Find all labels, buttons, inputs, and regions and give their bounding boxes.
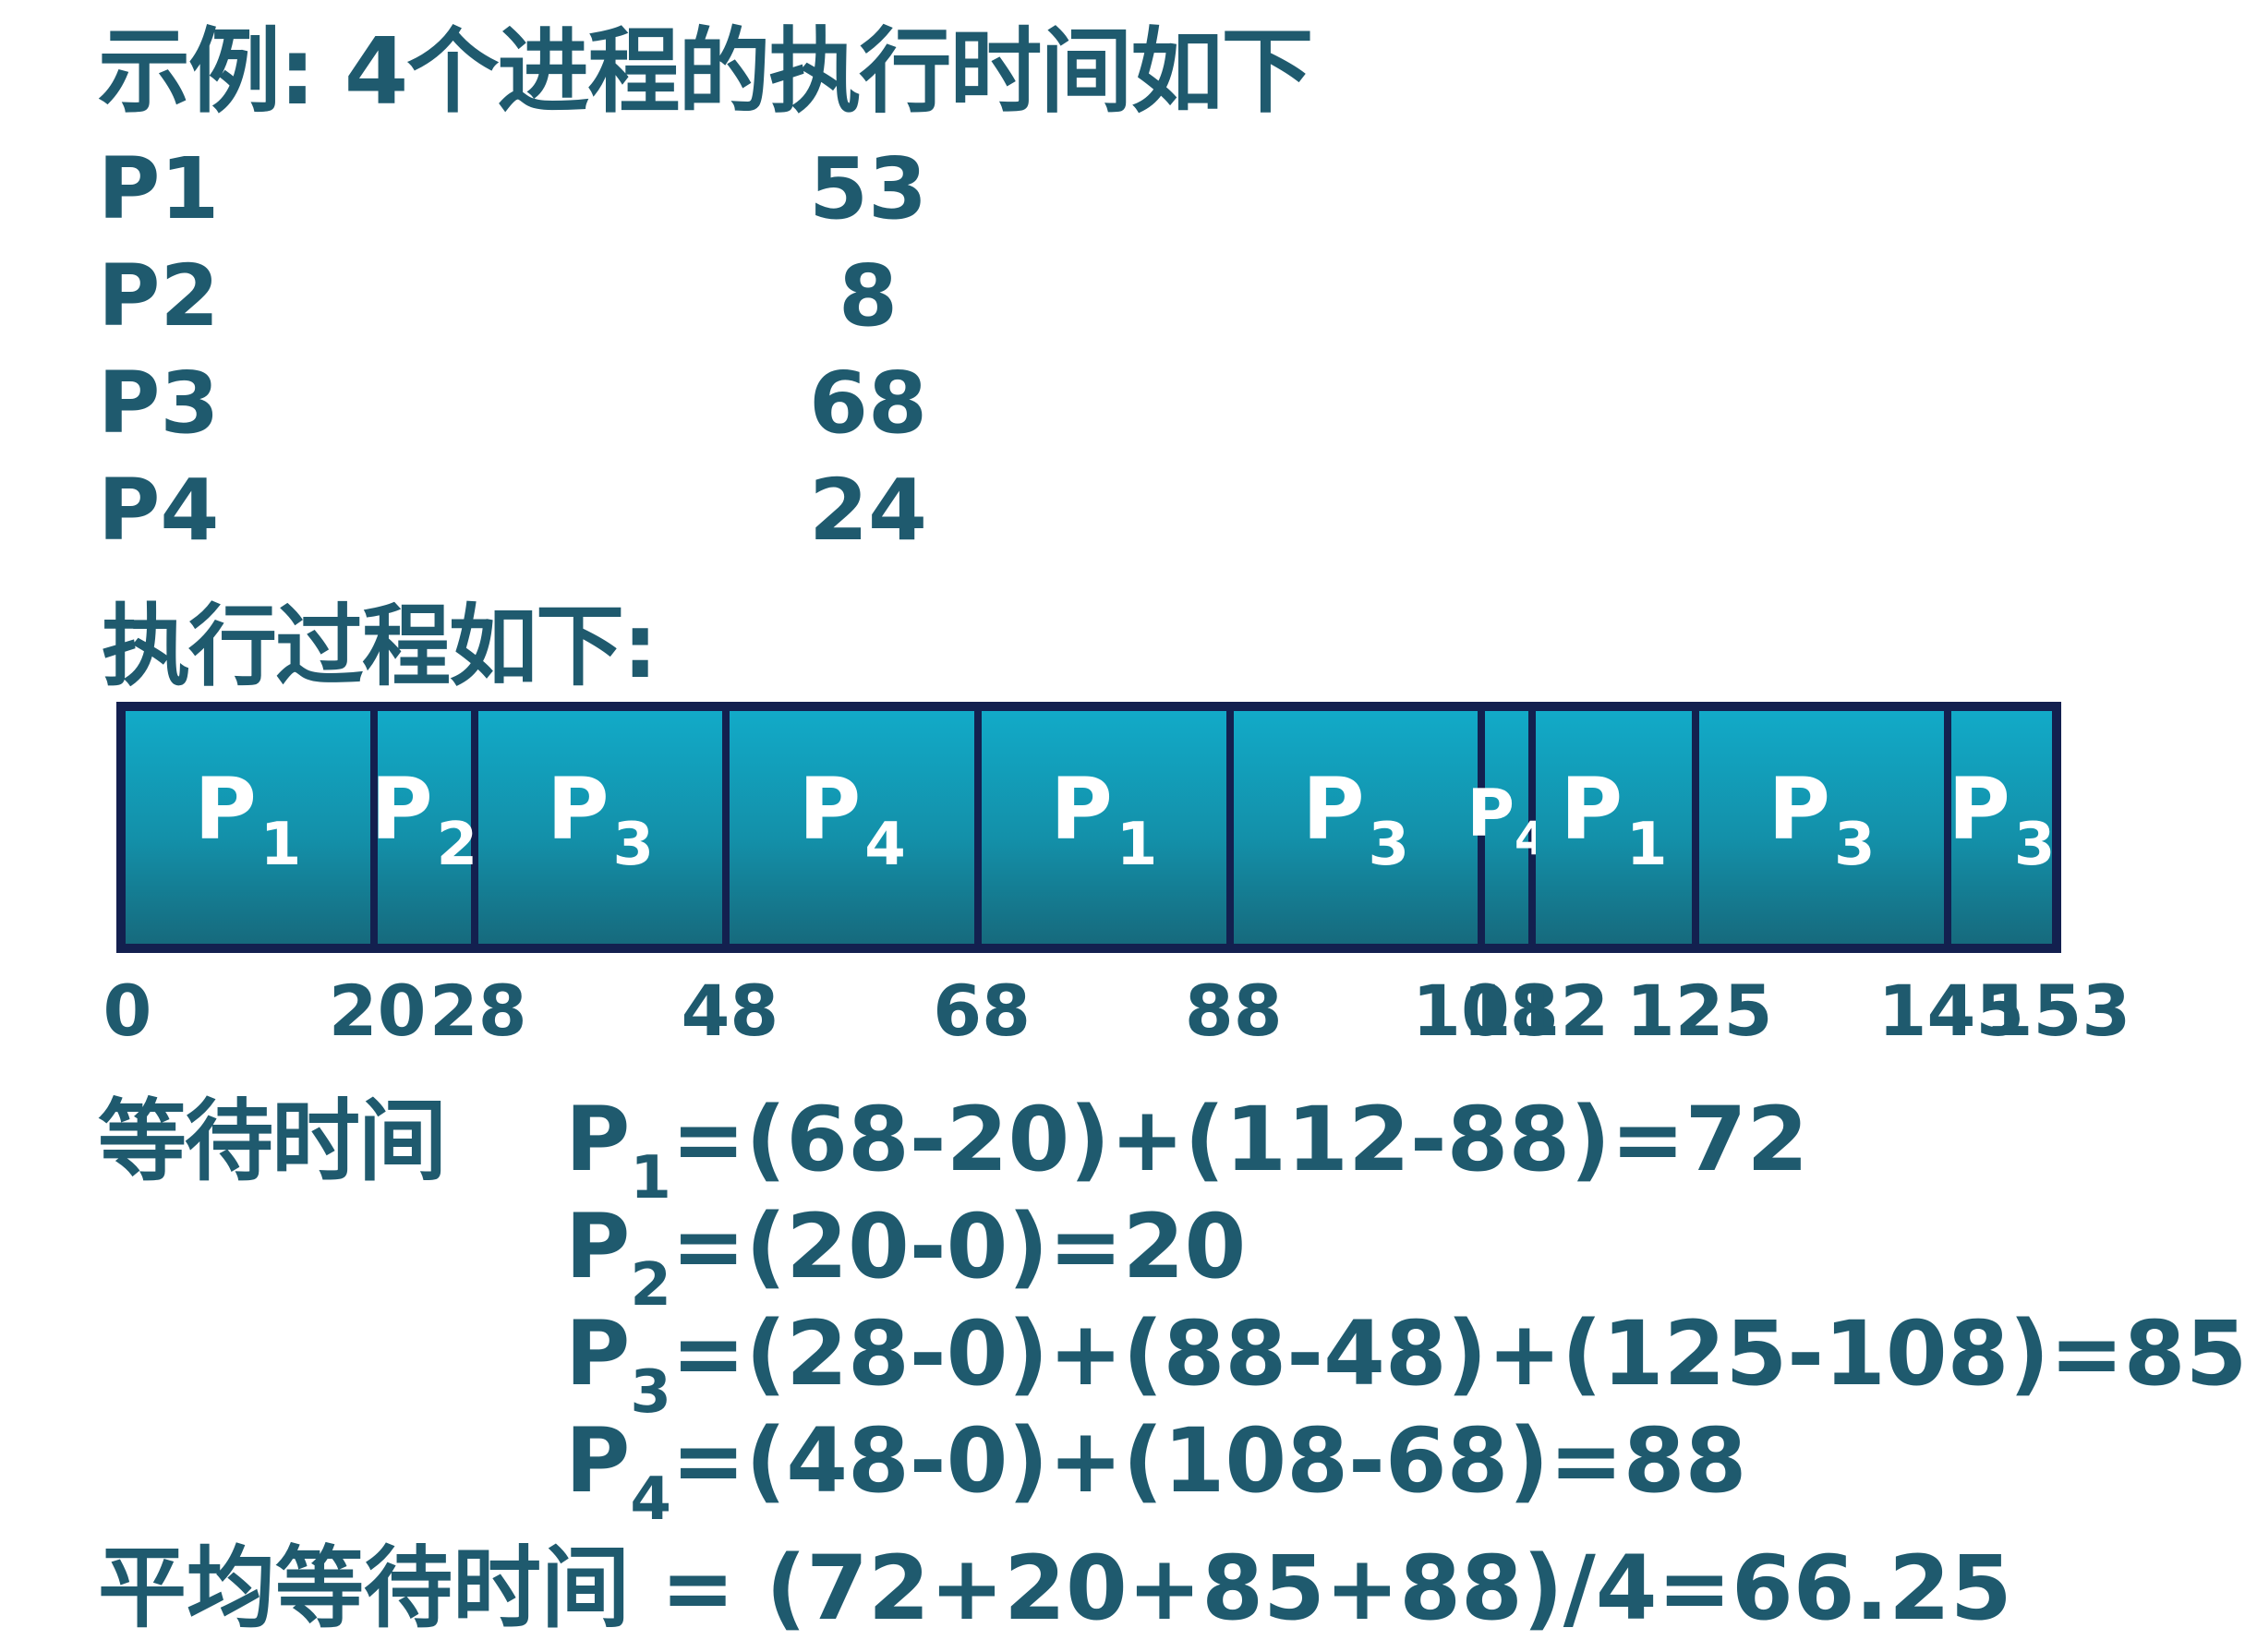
gantt-segment-label: P3 xyxy=(1948,760,2056,879)
gantt-segment-label: P4 xyxy=(798,760,906,879)
execution-heading: 执行过程如下: xyxy=(102,595,658,698)
gantt-segment-p1: P1 xyxy=(126,711,378,944)
process-name-p3: P3 xyxy=(98,354,220,452)
gantt-segment-label: P1 xyxy=(1050,760,1158,879)
process-time-p2: 8 xyxy=(838,247,898,345)
process-time-p3: 68 xyxy=(808,354,928,452)
gantt-segment-label: P3 xyxy=(1768,760,1876,879)
gantt-segment-label: P1 xyxy=(194,760,302,879)
gantt-segment-label: P3 xyxy=(547,760,655,879)
gantt-tick-label: 153 xyxy=(1984,970,2131,1052)
gantt-segment-label: P4 xyxy=(1466,775,1547,865)
process-time-p1: 53 xyxy=(808,139,928,238)
process-time-p4: 24 xyxy=(808,461,928,560)
waiting-time-label: 等待时间 xyxy=(98,1090,447,1193)
average-waiting-time: 平均等待时间 = (72+20+85+88)/4=66.25 xyxy=(98,1537,2012,1640)
process-name-p1: P1 xyxy=(98,139,220,238)
waiting-eq-p4: P4=(48-0)+(108-68)=88 xyxy=(565,1409,1747,1534)
gantt-segment-p1: P1 xyxy=(1535,711,1700,944)
gantt-segment-p4: P4 xyxy=(730,711,983,944)
gantt-segment-label: P3 xyxy=(1302,760,1410,879)
gantt-tick-label: 68 xyxy=(933,970,1031,1052)
process-name-p4: P4 xyxy=(98,461,220,560)
gantt-tick-label: 112 xyxy=(1462,970,1610,1052)
gantt-tick-label: 20 xyxy=(328,970,427,1052)
gantt-segment-p3: P3 xyxy=(477,711,730,944)
gantt-segment-p3: P3 xyxy=(1699,711,1951,944)
gantt-tick-label: 28 xyxy=(428,970,527,1052)
gantt-tick-label: 88 xyxy=(1184,970,1283,1052)
gantt-segment-p3: P3 xyxy=(1948,711,2056,944)
page-title: 示例: 4个进程的执行时间如下 xyxy=(98,18,1313,126)
gantt-segment-label: P2 xyxy=(370,760,478,879)
gantt-tick-label: 48 xyxy=(681,970,779,1052)
gantt-segment-p3: P3 xyxy=(1233,711,1486,944)
gantt-segment-p1: P1 xyxy=(982,711,1234,944)
gantt-tick-label: 0 xyxy=(103,970,152,1052)
gantt-segment-p2: P2 xyxy=(370,711,478,944)
process-name-p2: P2 xyxy=(98,247,220,345)
gantt-segment-label: P1 xyxy=(1560,760,1668,879)
gantt-tick-label: 125 xyxy=(1625,970,1773,1052)
gantt-segment-p4: P4 xyxy=(1467,711,1547,944)
gantt-chart: P1 P2 P3 P4 P1 P3 P4 P1 P3 P3 xyxy=(116,702,2061,953)
